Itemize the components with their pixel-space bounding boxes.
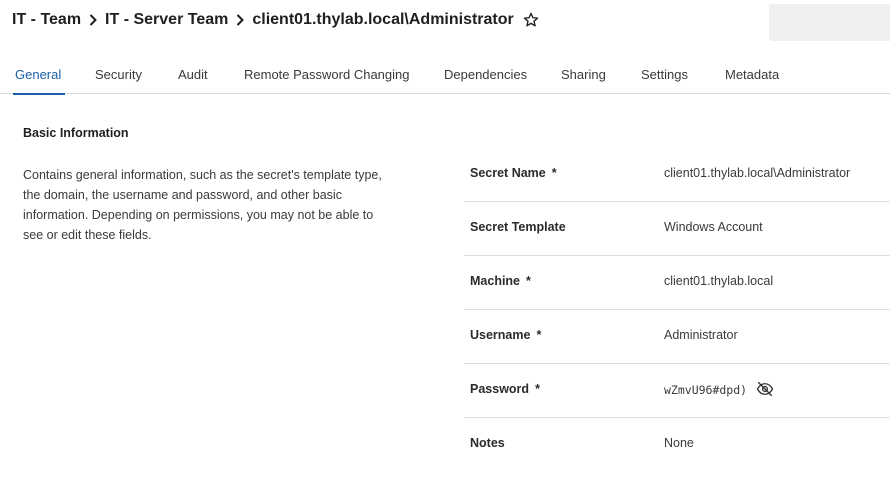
field-label: Password *: [470, 382, 540, 396]
tab-remote-password-changing[interactable]: Remote Password Changing: [244, 56, 409, 94]
username-value: Administrator: [664, 328, 738, 342]
machine-value: client01.thylab.local: [664, 274, 774, 288]
field-label: Notes: [470, 436, 505, 450]
tab-sharing[interactable]: Sharing: [561, 56, 606, 94]
page-title: client01.thylab.local\Administrator: [252, 11, 514, 28]
tab-general[interactable]: General: [12, 56, 66, 95]
field-password: Password * wZmvU96#dpd): [464, 364, 890, 418]
field-label: Secret Name *: [470, 166, 557, 180]
tab-bar: General Security Audit Remote Password C…: [0, 56, 890, 95]
tab-security[interactable]: Security: [95, 56, 142, 94]
field-secret-template: Secret Template Windows Account: [464, 202, 890, 256]
eye-off-icon[interactable]: [756, 380, 774, 398]
required-mark: *: [535, 382, 540, 396]
header-action-area[interactable]: [769, 4, 890, 41]
breadcrumb: IT - Team IT - Server Team client01.thyl…: [12, 11, 540, 29]
section-title: Basic Information: [23, 126, 129, 140]
star-outline-icon[interactable]: [522, 11, 540, 29]
field-label: Username *: [470, 328, 542, 342]
page-header: IT - Team IT - Server Team client01.thyl…: [0, 0, 890, 44]
field-label: Machine *: [470, 274, 531, 288]
chevron-right-icon: [89, 14, 97, 26]
tab-audit[interactable]: Audit: [178, 56, 208, 94]
required-mark: *: [551, 166, 557, 180]
secret-template-value: Windows Account: [664, 220, 763, 234]
tab-metadata[interactable]: Metadata: [725, 56, 779, 94]
tab-dependencies[interactable]: Dependencies: [444, 56, 527, 94]
password-value: wZmvU96#dpd): [664, 383, 748, 397]
required-mark: *: [526, 274, 531, 288]
tab-settings[interactable]: Settings: [641, 56, 688, 94]
field-username: Username * Administrator: [464, 310, 890, 364]
breadcrumb-item-it-server-team[interactable]: IT - Server Team: [105, 11, 228, 29]
chevron-right-icon: [237, 14, 245, 26]
secret-name-value: client01.thylab.local\Administrator: [664, 166, 851, 180]
field-machine: Machine * client01.thylab.local: [464, 256, 890, 310]
field-label: Secret Template: [470, 220, 566, 234]
field-notes: Notes None: [464, 418, 890, 472]
secret-fields: Secret Name * client01.thylab.local\Admin…: [464, 148, 890, 472]
field-secret-name: Secret Name * client01.thylab.local\Admin…: [464, 148, 890, 202]
notes-value: None: [664, 436, 694, 450]
required-mark: *: [536, 328, 542, 342]
breadcrumb-item-it-team[interactable]: IT - Team: [12, 11, 81, 29]
section-description: Contains general information, such as th…: [23, 168, 382, 242]
